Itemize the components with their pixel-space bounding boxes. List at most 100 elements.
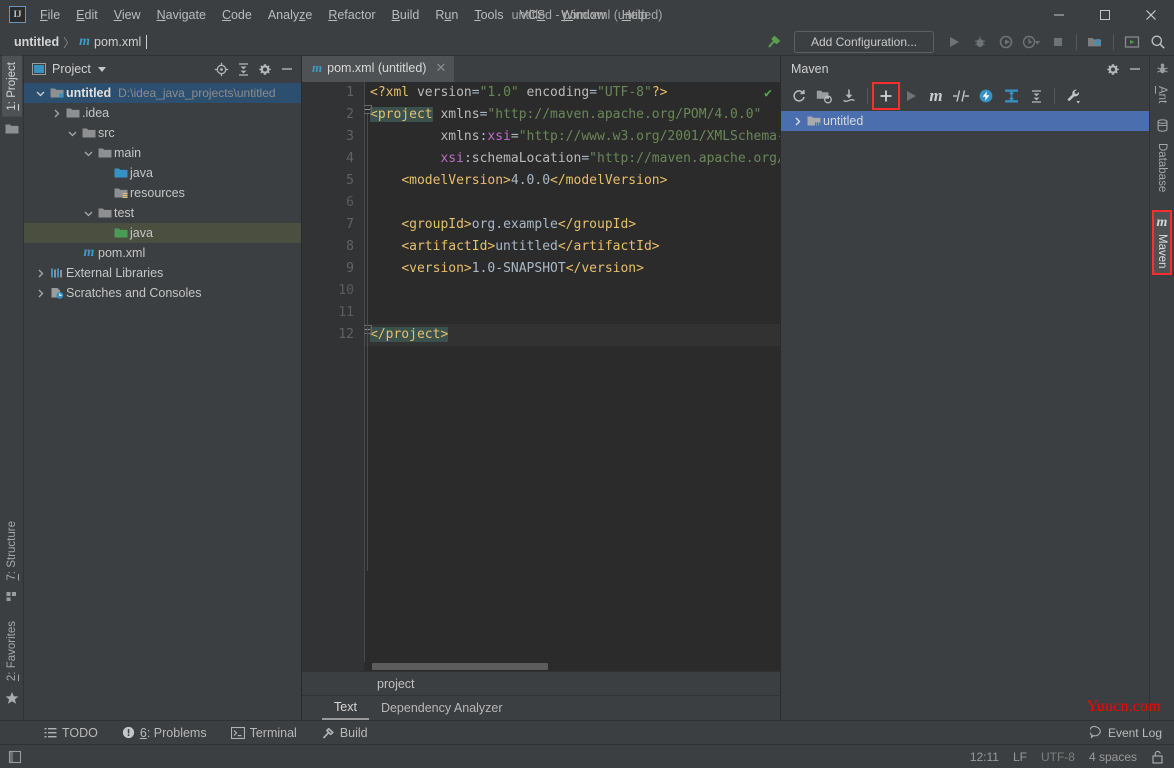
search-everywhere-button[interactable] bbox=[1146, 31, 1170, 53]
toolwindow-build[interactable]: Build bbox=[309, 726, 380, 740]
maven-projects-tree[interactable]: m untitled bbox=[781, 110, 1149, 720]
sidebar-item-favorites[interactable]: 2: Favorites bbox=[2, 615, 22, 687]
select-run-target-button[interactable] bbox=[1120, 31, 1144, 53]
toggle-toolwindows-icon[interactable] bbox=[8, 750, 22, 764]
sidebar-item-structure[interactable]: 7: Structure bbox=[2, 515, 22, 586]
sidebar-item-maven[interactable]: m Maven bbox=[1153, 211, 1171, 275]
menu-file[interactable]: File bbox=[32, 5, 68, 25]
show-dependencies-button[interactable] bbox=[999, 84, 1023, 108]
hide-project-panel-button[interactable] bbox=[277, 59, 297, 79]
run-maven-build-button[interactable] bbox=[899, 84, 923, 108]
maven-project-row[interactable]: m untitled bbox=[781, 111, 1149, 131]
menu-code[interactable]: Code bbox=[214, 5, 260, 25]
file-encoding[interactable]: UTF-8 bbox=[1041, 750, 1075, 764]
maven-settings-button[interactable] bbox=[1103, 59, 1123, 79]
chevron-right-icon[interactable] bbox=[32, 289, 48, 298]
editor-gutter[interactable]: 1 2 3 4 5 6 7 8 9 10 11 12 bbox=[302, 82, 364, 671]
select-run-target-icon bbox=[1124, 35, 1140, 49]
menu-window[interactable]: Window bbox=[553, 5, 613, 25]
tree-row[interactable]: untitled D:\idea_java_projects\untitled bbox=[24, 83, 301, 103]
menu-vcs[interactable]: VCS bbox=[512, 5, 554, 25]
tree-row[interactable]: main bbox=[24, 143, 301, 163]
indent-setting[interactable]: 4 spaces bbox=[1089, 750, 1137, 764]
tree-row[interactable]: m pom.xml bbox=[24, 243, 301, 263]
toolwindow-todo[interactable]: TODO bbox=[32, 726, 110, 740]
tree-row[interactable]: java bbox=[24, 163, 301, 183]
unlocked-icon[interactable] bbox=[1151, 750, 1164, 764]
tab-text[interactable]: Text bbox=[322, 696, 369, 720]
sidebar-item-database[interactable]: Database bbox=[1152, 137, 1172, 198]
maximize-button[interactable] bbox=[1082, 0, 1128, 29]
chevron-right-icon[interactable] bbox=[789, 117, 805, 126]
sidebar-item-ant[interactable]: Ant bbox=[1152, 80, 1172, 109]
maven-settings-toolbar-button[interactable] bbox=[1061, 84, 1085, 108]
menu-view[interactable]: View bbox=[106, 5, 149, 25]
toolwindow-problems[interactable]: 6: Problems bbox=[110, 726, 219, 740]
menu-analyze[interactable]: Analyze bbox=[260, 5, 320, 25]
close-button[interactable] bbox=[1128, 0, 1174, 29]
download-sources-button[interactable] bbox=[837, 84, 861, 108]
chevron-down-icon[interactable] bbox=[32, 89, 48, 98]
menu-edit[interactable]: Edit bbox=[68, 5, 106, 25]
chevron-down-icon[interactable] bbox=[80, 209, 96, 218]
run-configuration-selector[interactable]: Add Configuration... bbox=[794, 31, 934, 53]
stop-button[interactable] bbox=[1046, 31, 1070, 53]
select-opened-file-button[interactable] bbox=[211, 59, 231, 79]
minimize-button[interactable] bbox=[1036, 0, 1082, 29]
chevron-right-icon[interactable] bbox=[32, 269, 48, 278]
tree-row[interactable]: src bbox=[24, 123, 301, 143]
tree-row[interactable]: test bbox=[24, 203, 301, 223]
menu-help[interactable]: Help bbox=[614, 5, 656, 25]
chevron-down-icon[interactable] bbox=[64, 129, 80, 138]
run-with-coverage-button[interactable] bbox=[994, 31, 1018, 53]
breadcrumb-file[interactable]: pom.xml bbox=[94, 35, 141, 49]
tree-row[interactable]: .idea bbox=[24, 103, 301, 123]
code-text[interactable]: <?xml version="1.0" encoding="UTF-8"?> <… bbox=[364, 82, 780, 671]
fold-marker-open-icon[interactable] bbox=[364, 105, 372, 114]
debug-button[interactable] bbox=[968, 31, 992, 53]
add-maven-project-button[interactable] bbox=[874, 84, 898, 108]
project-settings-button[interactable] bbox=[255, 59, 275, 79]
tab-dependency-analyzer[interactable]: Dependency Analyzer bbox=[369, 696, 515, 720]
tree-row[interactable]: Scratches and Consoles bbox=[24, 283, 301, 303]
menu-navigate[interactable]: Navigate bbox=[149, 5, 214, 25]
profile-button[interactable] bbox=[1020, 31, 1044, 53]
project-tree[interactable]: untitled D:\idea_java_projects\untitled … bbox=[24, 82, 301, 720]
menu-tools[interactable]: Tools bbox=[466, 5, 511, 25]
toggle-offline-mode-button[interactable] bbox=[974, 84, 998, 108]
tree-row[interactable]: java bbox=[24, 223, 301, 243]
inspection-status-icon[interactable]: ✔ bbox=[764, 86, 772, 101]
collapse-all-button[interactable] bbox=[233, 59, 253, 79]
menu-build[interactable]: Build bbox=[384, 5, 428, 25]
project-structure-button[interactable] bbox=[1083, 31, 1107, 53]
scrollbar-thumb[interactable] bbox=[372, 663, 548, 670]
generate-sources-button[interactable] bbox=[812, 84, 836, 108]
editor-area[interactable]: 1 2 3 4 5 6 7 8 9 10 11 12 bbox=[302, 82, 780, 671]
chevron-down-icon[interactable] bbox=[97, 64, 107, 74]
sidebar-item-project[interactable]: 1: Project bbox=[2, 56, 22, 117]
reload-all-maven-projects-button[interactable] bbox=[787, 84, 811, 108]
hide-maven-panel-button[interactable] bbox=[1125, 59, 1145, 79]
caret-position[interactable]: 12:11 bbox=[970, 750, 999, 764]
line-separator[interactable]: LF bbox=[1013, 750, 1027, 764]
toolwindow-terminal[interactable]: Terminal bbox=[219, 726, 309, 740]
breadcrumb-project[interactable]: untitled bbox=[14, 35, 59, 49]
close-icon[interactable]: ✕ bbox=[435, 60, 446, 76]
chevron-right-icon[interactable] bbox=[48, 109, 64, 118]
collapse-all-button[interactable] bbox=[1024, 84, 1048, 108]
build-project-button[interactable] bbox=[762, 31, 786, 53]
toggle-skip-tests-button[interactable] bbox=[949, 84, 973, 108]
tree-row[interactable]: resources bbox=[24, 183, 301, 203]
event-log-button[interactable]: Event Log bbox=[1090, 726, 1174, 740]
run-button[interactable] bbox=[942, 31, 966, 53]
menu-refactor[interactable]: Refactor bbox=[320, 5, 383, 25]
editor-horizontal-scrollbar[interactable] bbox=[364, 662, 780, 671]
editor-tab-pom-xml[interactable]: m pom.xml (untitled) ✕ bbox=[302, 56, 454, 82]
folder-icon bbox=[64, 107, 82, 119]
menu-run[interactable]: Run bbox=[427, 5, 466, 25]
chevron-down-icon[interactable] bbox=[80, 149, 96, 158]
tree-row[interactable]: External Libraries bbox=[24, 263, 301, 283]
breadcrumb-element-project[interactable]: project bbox=[377, 677, 415, 691]
fold-marker-close-icon[interactable] bbox=[364, 325, 372, 334]
execute-maven-goal-button[interactable]: m bbox=[924, 84, 948, 108]
